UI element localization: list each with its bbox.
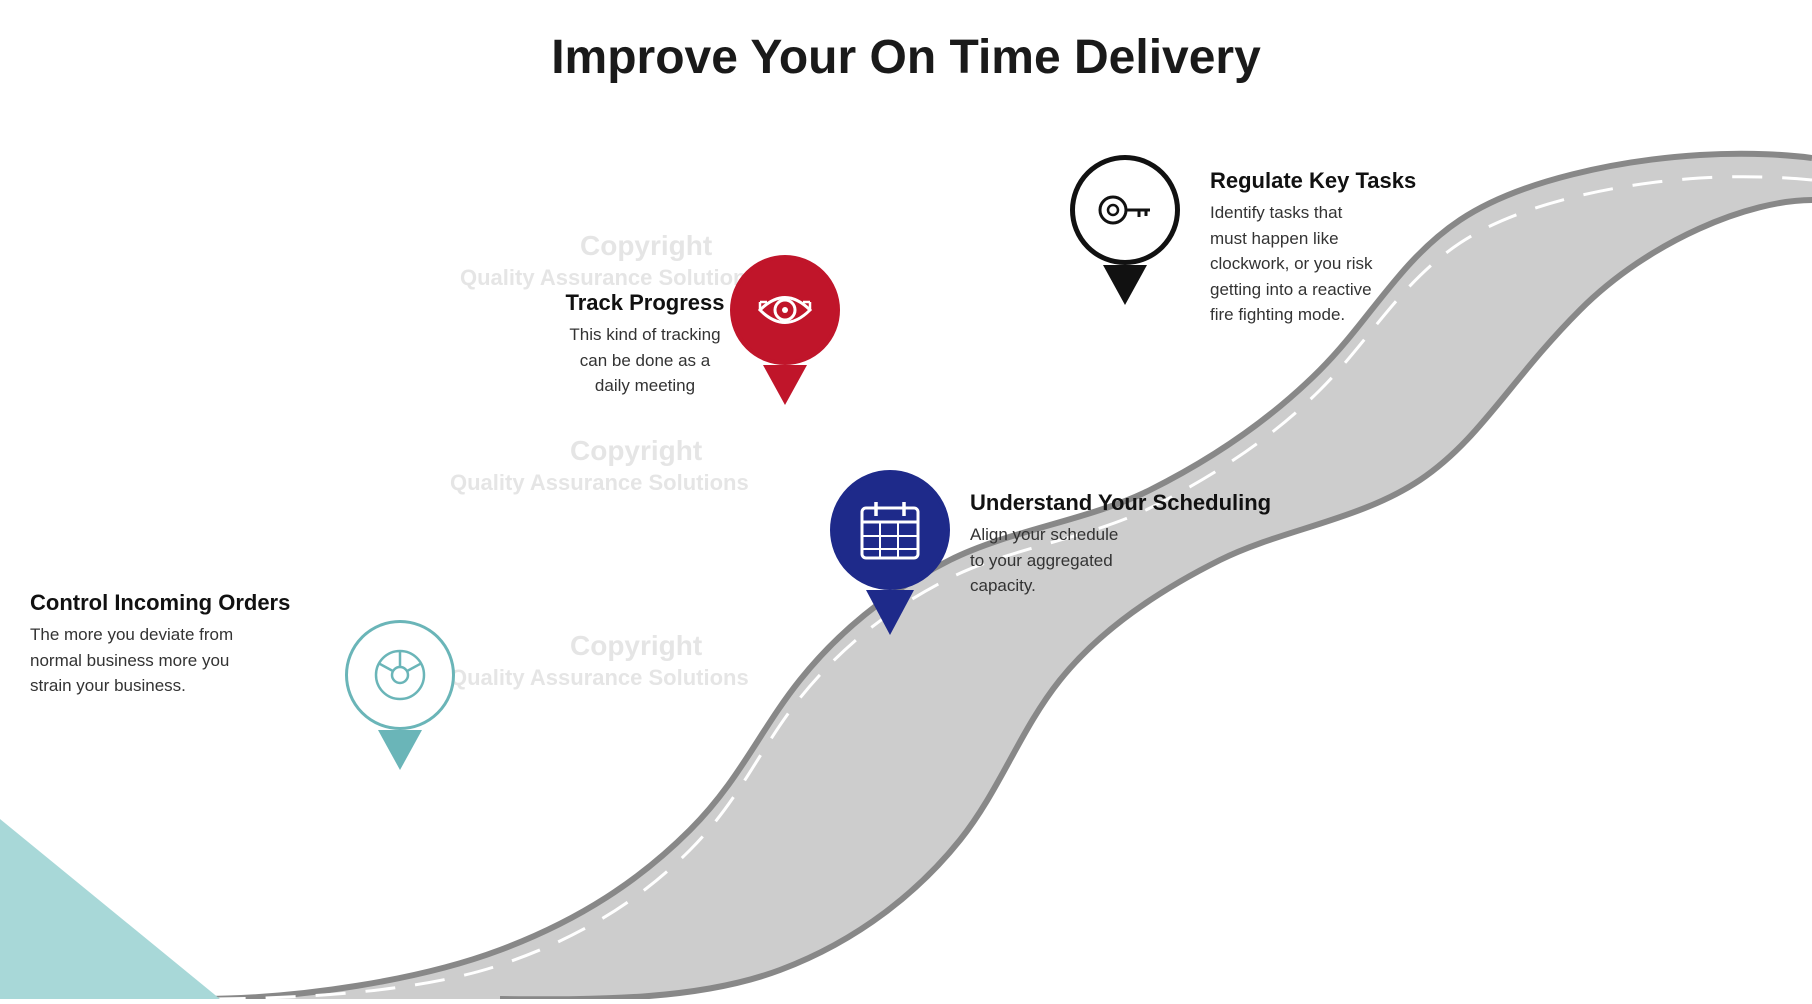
regulate-key-tasks-title: Regulate Key Tasks xyxy=(1210,168,1500,194)
understand-scheduling-pin xyxy=(830,470,950,635)
regulate-key-tasks-body: Identify tasks thatmust happen likeclock… xyxy=(1210,200,1500,328)
understand-scheduling-text: Understand Your Scheduling Align your sc… xyxy=(970,490,1290,599)
control-incoming-pin xyxy=(345,620,455,770)
calendar-icon xyxy=(854,494,926,566)
control-incoming-pin-tail xyxy=(378,730,422,770)
regulate-key-tasks-pin-tail xyxy=(1103,265,1147,305)
key-icon xyxy=(1095,180,1155,240)
control-incoming-text: Control Incoming Orders The more you dev… xyxy=(30,590,310,699)
decorative-triangle xyxy=(0,819,220,999)
track-progress-text: Track Progress This kind of trackingcan … xyxy=(530,290,760,399)
control-incoming-body: The more you deviate fromnormal business… xyxy=(30,622,310,699)
understand-scheduling-pin-tail xyxy=(866,590,914,635)
control-incoming-pin-circle xyxy=(345,620,455,730)
regulate-key-tasks-pin-circle xyxy=(1070,155,1180,265)
control-incoming-title: Control Incoming Orders xyxy=(30,590,310,616)
track-progress-body: This kind of trackingcan be done as adai… xyxy=(530,322,760,399)
page-title: Improve Your On Time Delivery xyxy=(0,0,1812,85)
eye-icon xyxy=(755,280,815,340)
understand-scheduling-pin-circle xyxy=(830,470,950,590)
understand-scheduling-title: Understand Your Scheduling xyxy=(970,490,1290,516)
regulate-key-tasks-text: Regulate Key Tasks Identify tasks thatmu… xyxy=(1210,168,1500,328)
track-progress-pin-tail xyxy=(763,365,807,405)
track-progress-title: Track Progress xyxy=(530,290,760,316)
regulate-key-tasks-pin xyxy=(1070,155,1180,305)
understand-scheduling-body: Align your scheduleto your aggregatedcap… xyxy=(970,522,1290,599)
steering-wheel-icon xyxy=(370,645,430,705)
